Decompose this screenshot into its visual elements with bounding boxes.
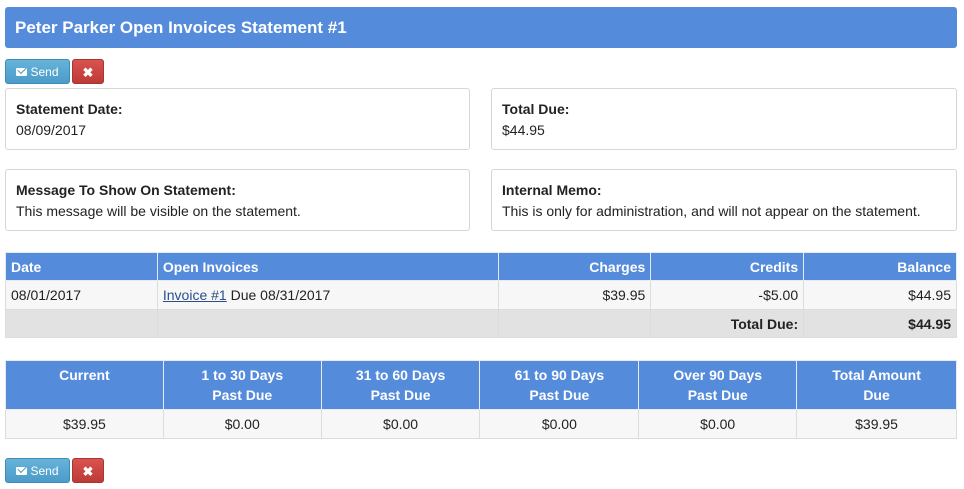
aging-current: $39.95 bbox=[5, 409, 164, 439]
col-charges: Charges bbox=[498, 252, 652, 281]
col-1-30: 1 to 30 Days Past Due bbox=[162, 360, 322, 410]
total-due-row-value: $44.95 bbox=[803, 309, 957, 338]
close-icon: ✖ bbox=[82, 65, 94, 80]
col-over-90: Over 90 Days Past Due bbox=[638, 360, 798, 410]
memo-value: This is only for administration, and wil… bbox=[502, 203, 921, 219]
close-button-bottom[interactable]: ✖ bbox=[72, 458, 104, 483]
invoice-link[interactable]: Invoice #1 bbox=[163, 287, 227, 303]
invoice-date: 08/01/2017 bbox=[5, 280, 158, 310]
close-button-top[interactable]: ✖ bbox=[72, 59, 104, 84]
aging-61-90: $0.00 bbox=[479, 409, 640, 439]
memo-label: Internal Memo: bbox=[502, 182, 602, 198]
invoice-due: Due 08/31/2017 bbox=[230, 287, 331, 303]
send-label: Send bbox=[30, 464, 59, 478]
col-31-60: 31 to 60 Days Past Due bbox=[320, 360, 481, 410]
statement-date-panel: Statement Date: 08/09/2017 bbox=[5, 88, 470, 150]
total-due-panel: Total Due: $44.95 bbox=[491, 88, 957, 150]
col-total-amount: Total Amount Due bbox=[796, 360, 957, 410]
message-label: Message To Show On Statement: bbox=[16, 182, 236, 198]
aging-31-60: $0.00 bbox=[320, 409, 481, 439]
memo-panel: Internal Memo: This is only for administ… bbox=[491, 169, 957, 231]
send-label: Send bbox=[30, 65, 59, 79]
aging-total: $39.95 bbox=[796, 409, 957, 439]
invoice-balance: $44.95 bbox=[803, 280, 957, 310]
invoice-credits: -$5.00 bbox=[650, 280, 805, 310]
total-due-label: Total Due: bbox=[502, 101, 570, 117]
table-row: 08/01/2017 Invoice #1 Due 08/31/2017 $39… bbox=[5, 280, 957, 310]
col-balance: Balance bbox=[803, 252, 957, 281]
col-current: Current bbox=[5, 360, 164, 410]
statement-date-label: Statement Date: bbox=[16, 101, 123, 117]
aging-1-30: $0.00 bbox=[162, 409, 322, 439]
invoice-cell: Invoice #1 Due 08/31/2017 bbox=[156, 280, 500, 310]
col-date: Date bbox=[5, 252, 158, 281]
total-due-value: $44.95 bbox=[502, 122, 545, 138]
col-open-invoices: Open Invoices bbox=[156, 252, 500, 281]
send-button-bottom[interactable]: Send bbox=[5, 458, 70, 483]
invoices-table: Date Open Invoices Charges Credits Balan… bbox=[5, 252, 957, 338]
total-due-row-label: Total Due: bbox=[650, 309, 805, 338]
aging-table: Current 1 to 30 Days Past Due 31 to 60 Da… bbox=[5, 360, 957, 439]
total-row: Total Due: $44.95 bbox=[5, 309, 957, 338]
statement-date-value: 08/09/2017 bbox=[16, 122, 87, 138]
invoice-charges: $39.95 bbox=[498, 280, 652, 310]
envelope-icon bbox=[16, 467, 28, 475]
aging-over-90: $0.00 bbox=[638, 409, 798, 439]
close-icon: ✖ bbox=[82, 464, 94, 479]
envelope-icon bbox=[16, 68, 28, 76]
col-credits: Credits bbox=[650, 252, 805, 281]
message-value: This message will be visible on the stat… bbox=[16, 203, 301, 219]
aging-row: $39.95 $0.00 $0.00 $0.00 $0.00 $39.95 bbox=[5, 409, 957, 439]
statement-title: Peter Parker Open Invoices Statement #1 bbox=[5, 7, 957, 48]
send-button-top[interactable]: Send bbox=[5, 59, 70, 84]
col-61-90: 61 to 90 Days Past Due bbox=[479, 360, 640, 410]
message-panel: Message To Show On Statement: This messa… bbox=[5, 169, 470, 231]
